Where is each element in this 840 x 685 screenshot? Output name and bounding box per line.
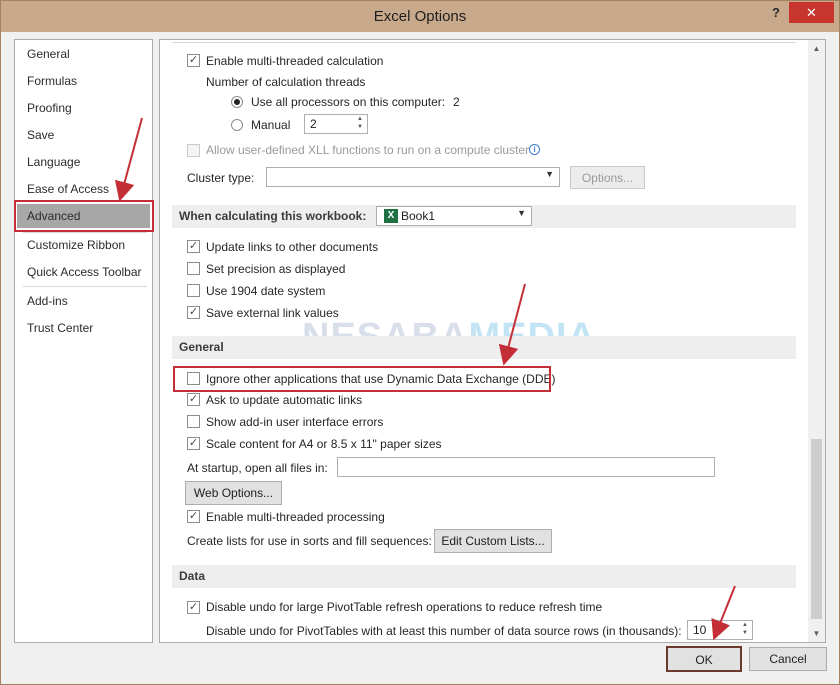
section-divider (172, 42, 796, 43)
scroll-thumb[interactable] (811, 439, 822, 619)
spinner-arrows-icon[interactable]: ▲ ▼ (740, 621, 750, 639)
edit-custom-lists-button[interactable]: Edit Custom Lists... (434, 529, 552, 553)
custom-lists-label: Create lists for use in sorts and fill s… (187, 534, 432, 548)
startup-folder-input[interactable] (337, 457, 715, 477)
manual-threads-value: 2 (310, 117, 317, 131)
checkbox-save-external-links[interactable]: ✓ (187, 306, 200, 319)
selected-workbook: Book1 (401, 209, 436, 223)
general-section-header: General (172, 336, 796, 359)
highlight-dde-annotation (173, 366, 551, 392)
radio-manual-threads[interactable] (231, 119, 243, 131)
checkbox-ask-update-links[interactable]: ✓ (187, 393, 200, 406)
checkbox-update-links[interactable]: ✓ (187, 240, 200, 253)
nav-item-ease-of-access[interactable]: Ease of Access (16, 177, 151, 201)
disable-undo-refresh-label: Disable undo for large PivotTable refres… (206, 600, 603, 614)
excel-options-dialog: Excel Options ? ✕ General Formulas Proof… (0, 0, 840, 685)
checkbox-multithreaded-processing[interactable]: ✓ (187, 510, 200, 523)
manual-threads-label: Manual (251, 118, 291, 132)
calc-threads-label: Number of calculation threads (206, 75, 366, 89)
chevron-down-icon: ▼ (545, 169, 554, 179)
nav-item-general[interactable]: General (16, 42, 151, 66)
workbook-select-dropdown[interactable]: X Book1 ▼ (376, 206, 532, 226)
checkbox-multithreaded-calc[interactable]: ✓ (187, 54, 200, 67)
data-section-header: Data (172, 565, 796, 588)
scroll-up-icon[interactable]: ▲ (808, 40, 825, 57)
cluster-options-button[interactable]: Options... (570, 166, 645, 189)
nav-item-language[interactable]: Language (16, 150, 151, 174)
ok-button[interactable]: OK (666, 646, 742, 672)
multithreaded-processing-label: Enable multi-threaded processing (206, 510, 385, 524)
set-precision-label: Set precision as displayed (206, 262, 346, 276)
scale-content-label: Scale content for A4 or 8.5 x 11" paper … (206, 437, 442, 451)
checkbox-disable-undo-refresh[interactable]: ✓ (187, 601, 200, 614)
data-header-text: Data (179, 569, 206, 583)
check-icon: ✓ (188, 240, 199, 252)
workbook-calc-header-text: When calculating this workbook: (179, 209, 367, 223)
checkbox-1904-date[interactable] (187, 284, 200, 297)
startup-folder-label: At startup, open all files in: (187, 461, 328, 475)
ask-update-links-label: Ask to update automatic links (206, 393, 363, 407)
processor-count-value: 2 (453, 95, 460, 109)
radio-selected-dot (234, 99, 240, 105)
check-icon: ✓ (188, 393, 199, 405)
title-bar: Excel Options ? ✕ (1, 1, 839, 32)
highlight-advanced-annotation (14, 200, 154, 232)
use-all-processors-label: Use all processors on this computer: (251, 95, 446, 109)
nav-divider (23, 286, 147, 287)
undo-rows-threshold-label: Disable undo for PivotTables with at lea… (206, 624, 682, 638)
options-content-panel: ✓ Enable multi-threaded calculation Numb… (159, 39, 826, 643)
chevron-down-icon: ▼ (517, 208, 526, 218)
check-icon: ✓ (188, 306, 199, 318)
check-icon: ✓ (188, 437, 199, 449)
content-scrollbar[interactable]: ▲ ▼ (808, 40, 825, 642)
dialog-title: Excel Options (373, 8, 467, 25)
checkbox-addin-errors[interactable] (187, 415, 200, 428)
close-button[interactable]: ✕ (789, 2, 834, 23)
check-icon: ✓ (188, 54, 199, 66)
cluster-type-dropdown[interactable]: ▼ (266, 167, 560, 187)
cluster-type-label: Cluster type: (187, 171, 255, 185)
checkbox-xll-functions[interactable] (187, 144, 200, 157)
nav-item-trust-center[interactable]: Trust Center (16, 316, 151, 340)
undo-rows-value: 10 (693, 623, 707, 637)
info-icon: i (529, 144, 541, 155)
options-nav: General Formulas Proofing Save Language … (14, 39, 153, 643)
nav-item-add-ins[interactable]: Add-ins (16, 289, 151, 313)
undo-rows-spinner[interactable]: 10 ▲ ▼ (687, 620, 753, 640)
radio-use-all-processors[interactable] (231, 96, 243, 108)
xll-functions-label: Allow user-defined XLL functions to run … (206, 141, 541, 159)
multithreaded-calc-label: Enable multi-threaded calculation (206, 54, 384, 68)
spinner-arrows-icon[interactable]: ▲ ▼ (355, 115, 365, 133)
nav-item-quick-access-toolbar[interactable]: Quick Access Toolbar (16, 260, 151, 284)
cancel-button[interactable]: Cancel (749, 647, 827, 671)
nav-item-proofing[interactable]: Proofing (16, 96, 151, 120)
excel-workbook-icon: X (384, 209, 398, 223)
web-options-button[interactable]: Web Options... (185, 481, 282, 505)
check-icon: ✓ (188, 601, 199, 613)
scroll-down-icon[interactable]: ▼ (808, 625, 825, 642)
help-button[interactable]: ? (767, 5, 785, 25)
date-1904-label: Use 1904 date system (206, 284, 326, 298)
addin-errors-label: Show add-in user interface errors (206, 415, 384, 429)
nav-item-formulas[interactable]: Formulas (16, 69, 151, 93)
checkbox-set-precision[interactable] (187, 262, 200, 275)
nav-item-customize-ribbon[interactable]: Customize Ribbon (16, 233, 151, 257)
update-links-label: Update links to other documents (206, 240, 379, 254)
xll-functions-text: Allow user-defined XLL functions to run … (206, 143, 530, 157)
manual-threads-spinner[interactable]: 2 ▲ ▼ (304, 114, 368, 134)
check-icon: ✓ (188, 510, 199, 522)
nav-item-save[interactable]: Save (16, 123, 151, 147)
general-header-text: General (179, 340, 224, 354)
checkbox-scale-content[interactable]: ✓ (187, 437, 200, 450)
